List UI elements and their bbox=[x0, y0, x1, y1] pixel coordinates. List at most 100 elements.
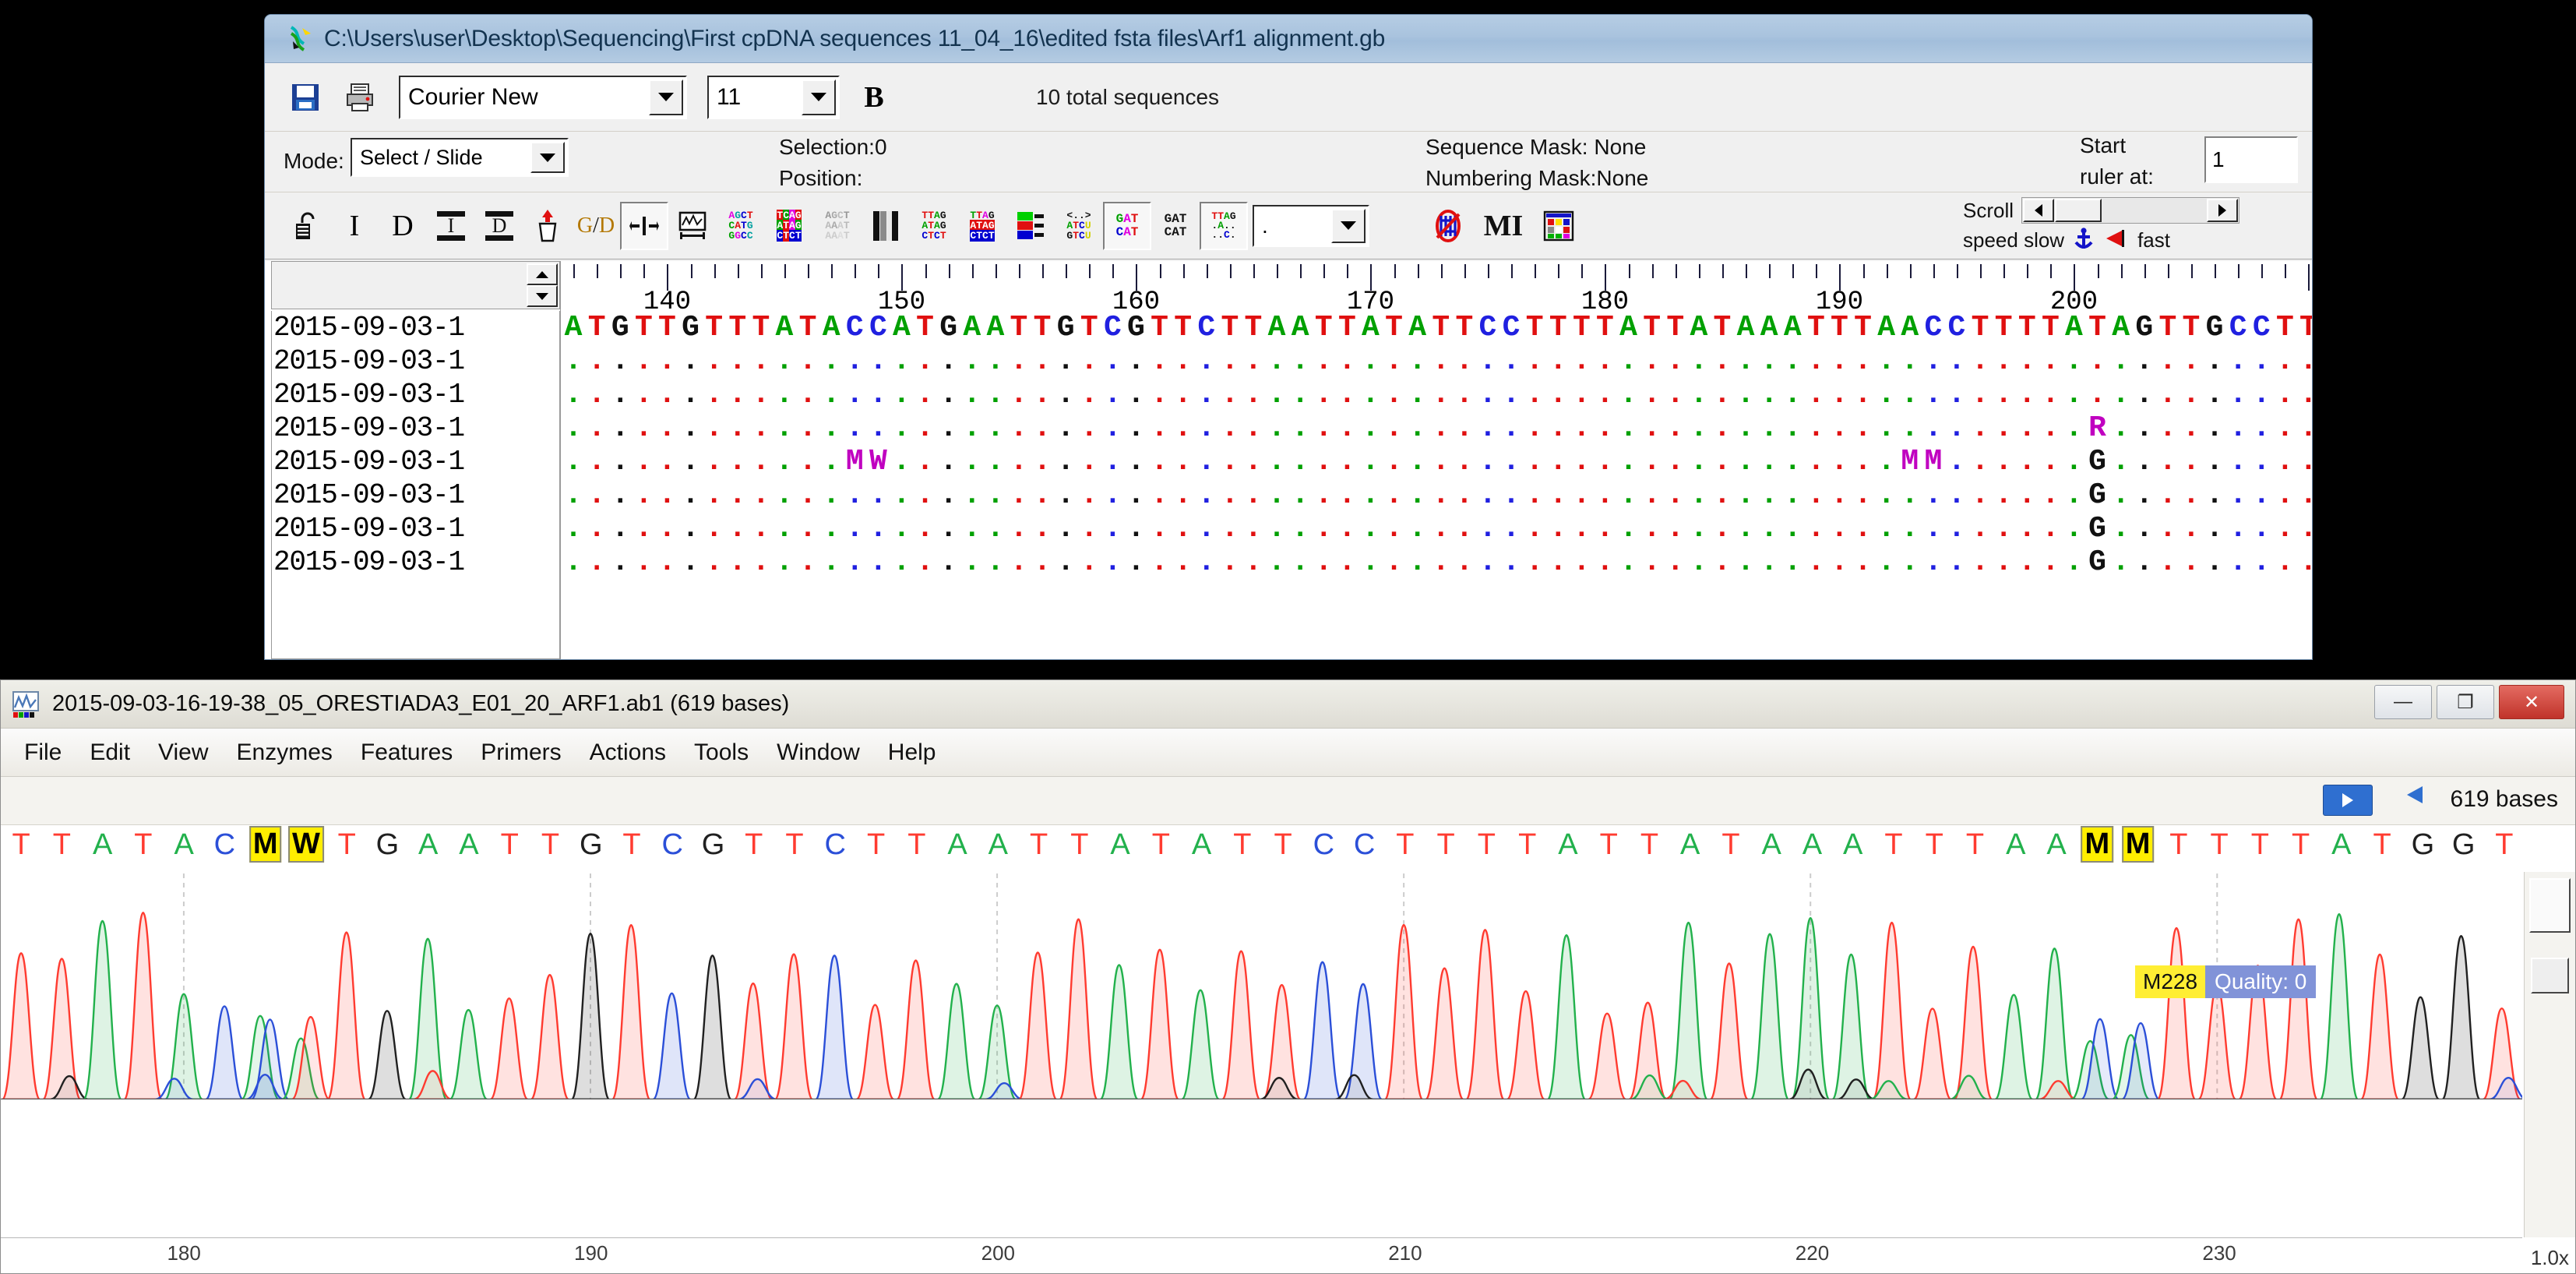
save-disk-icon[interactable] bbox=[284, 76, 327, 119]
base-call[interactable]: A bbox=[418, 828, 438, 862]
color-palette-icon[interactable] bbox=[1535, 202, 1583, 250]
base-call[interactable]: T bbox=[12, 828, 30, 862]
alignment-sequence-row[interactable]: ........................................… bbox=[562, 344, 2312, 378]
maximize-button[interactable]: ❐ bbox=[2437, 685, 2494, 719]
base-call[interactable]: C bbox=[662, 828, 683, 862]
sequence-pane[interactable]: 140 150 160 170 180 190 200 ATGTTGTTTATACCATGA… bbox=[562, 261, 2312, 659]
sequence-name-row[interactable]: 2015-09-03-1 bbox=[272, 512, 559, 545]
base-call[interactable]: T bbox=[541, 828, 559, 862]
scale-thumb[interactable] bbox=[2529, 878, 2571, 933]
delete-all-icon[interactable]: D bbox=[475, 202, 523, 250]
scale-box[interactable] bbox=[2531, 958, 2569, 993]
sequence-name-row[interactable]: 2015-09-03-1 bbox=[272, 344, 559, 378]
reference-sequence-row[interactable]: ATGTTGTTTATACCATGAATTGTCGTTCTTAATTATATTC… bbox=[562, 311, 2312, 344]
colored-bases-icon[interactable]: AGCT CATG GGCC bbox=[717, 202, 765, 250]
sequence-name-row[interactable]: 2015-09-03-1 bbox=[272, 545, 559, 579]
base-call[interactable]: G bbox=[376, 828, 400, 862]
sequence-rows[interactable]: ATGTTGTTTATACCATGAATTGTCGTTCTTAATTATATTC… bbox=[562, 311, 2312, 579]
base-call[interactable]: T bbox=[501, 828, 519, 862]
arrow-right-icon[interactable] bbox=[2323, 785, 2373, 816]
consensus-color-icon[interactable]: GAT CAT bbox=[1103, 201, 1151, 250]
base-call-row[interactable]: TTATACMWTGAATTGTCGTTCTTAATTATATTCCTTTTAT… bbox=[1, 826, 2522, 873]
base-call[interactable]: C bbox=[1313, 828, 1334, 862]
ambiguous-base-call[interactable]: M bbox=[2081, 826, 2114, 863]
block-colors-icon[interactable] bbox=[1006, 202, 1055, 250]
dot-character-combo[interactable]: . bbox=[1253, 204, 1369, 247]
base-call[interactable]: T bbox=[1070, 828, 1088, 862]
sequence-name-row[interactable]: 2015-09-03-1 bbox=[272, 445, 559, 478]
spinner-down-button[interactable] bbox=[527, 285, 558, 307]
base-call[interactable]: T bbox=[2373, 828, 2391, 862]
alignment-sequence-row[interactable]: ............MW..........................… bbox=[562, 445, 2312, 478]
menu-item-window[interactable]: Window bbox=[763, 735, 874, 771]
base-call[interactable]: G bbox=[2412, 828, 2435, 862]
chromatogram-icon[interactable] bbox=[668, 202, 717, 250]
scroll-left-button[interactable] bbox=[2023, 199, 2055, 222]
gap-distribute-icon[interactable]: G / D bbox=[572, 202, 620, 250]
base-call[interactable]: T bbox=[1030, 828, 1048, 862]
menu-item-features[interactable]: Features bbox=[347, 735, 467, 771]
base-call[interactable]: T bbox=[867, 828, 885, 862]
base-call[interactable]: T bbox=[2169, 828, 2187, 862]
base-call[interactable]: T bbox=[1437, 828, 1455, 862]
alignment-sequence-row[interactable]: ........................................… bbox=[562, 478, 2312, 512]
menu-item-actions[interactable]: Actions bbox=[576, 735, 680, 771]
chevron-down-icon[interactable] bbox=[649, 79, 683, 115]
scroll-speed-scrollbar[interactable] bbox=[2021, 197, 2240, 224]
printer-icon[interactable] bbox=[338, 76, 382, 119]
base-call[interactable]: A bbox=[1558, 828, 1577, 862]
sequence-name-row[interactable]: 2015-09-03-1 bbox=[272, 378, 559, 411]
spinner-up-button[interactable] bbox=[527, 263, 558, 285]
menu-item-tools[interactable]: Tools bbox=[680, 735, 763, 771]
base-call[interactable]: T bbox=[2251, 828, 2269, 862]
consensus-plain-icon[interactable]: GAT CAT bbox=[1151, 202, 1200, 250]
ambiguous-base-call[interactable]: M bbox=[2121, 826, 2155, 863]
mode-combo[interactable]: Select / Slide bbox=[351, 138, 569, 177]
base-call[interactable]: T bbox=[1926, 828, 1943, 862]
insert-all-icon[interactable]: I bbox=[427, 202, 475, 250]
base-call[interactable]: T bbox=[134, 828, 152, 862]
chevron-down-icon[interactable] bbox=[1331, 208, 1366, 243]
sequence-name-header[interactable] bbox=[271, 261, 560, 309]
red-flag-icon[interactable] bbox=[2103, 228, 2128, 252]
base-call[interactable]: T bbox=[338, 828, 356, 862]
base-call[interactable]: T bbox=[1478, 828, 1496, 862]
base-call[interactable]: T bbox=[2495, 828, 2513, 862]
trash-icon[interactable] bbox=[523, 202, 572, 250]
base-call[interactable]: T bbox=[1640, 828, 1658, 862]
base-call[interactable]: A bbox=[947, 828, 967, 862]
base-call[interactable]: A bbox=[2046, 828, 2066, 862]
scroll-thumb[interactable] bbox=[2055, 199, 2102, 222]
mi-label[interactable]: MI bbox=[1472, 202, 1535, 250]
base-call[interactable]: A bbox=[174, 828, 193, 862]
start-ruler-input[interactable]: 1 bbox=[2204, 136, 2298, 183]
base-call[interactable]: A bbox=[1192, 828, 1211, 862]
base-call[interactable]: G bbox=[702, 828, 725, 862]
no-ambiguity-icon[interactable] bbox=[1424, 202, 1472, 250]
align-center-icon[interactable] bbox=[620, 201, 668, 250]
sequence-name-row[interactable]: 2015-09-03-1 bbox=[272, 311, 559, 344]
base-call[interactable]: A bbox=[2331, 828, 2351, 862]
base-call[interactable]: T bbox=[2210, 828, 2228, 862]
menu-item-view[interactable]: View bbox=[144, 735, 222, 771]
base-call[interactable]: T bbox=[1966, 828, 1984, 862]
identity-colors-icon[interactable]: TTAG ATAG CTCT bbox=[910, 202, 958, 250]
base-call[interactable]: T bbox=[785, 828, 803, 862]
name-spinner[interactable] bbox=[527, 263, 558, 307]
chevron-down-icon[interactable] bbox=[802, 79, 836, 115]
base-call[interactable]: T bbox=[1233, 828, 1251, 862]
base-call[interactable]: G bbox=[580, 828, 603, 862]
base-call[interactable]: T bbox=[1396, 828, 1414, 862]
base-call[interactable]: A bbox=[988, 828, 1008, 862]
delete-mode-icon[interactable]: D bbox=[379, 202, 427, 250]
font-family-combo[interactable]: Courier New bbox=[399, 75, 687, 119]
base-call[interactable]: T bbox=[622, 828, 640, 862]
ambiguous-base-call[interactable]: M bbox=[248, 826, 282, 863]
base-call[interactable]: T bbox=[53, 828, 71, 862]
sequence-name-row[interactable]: 2015-09-03-1 bbox=[272, 411, 559, 445]
sequence-name-row[interactable]: 2015-09-03-1 bbox=[272, 478, 559, 512]
unlock-icon[interactable] bbox=[282, 202, 330, 250]
arrow-left-icon[interactable] bbox=[2407, 786, 2423, 803]
shaded-bases-icon[interactable]: TCAG ATAG CTCT bbox=[765, 202, 813, 250]
base-call[interactable]: A bbox=[93, 828, 112, 862]
